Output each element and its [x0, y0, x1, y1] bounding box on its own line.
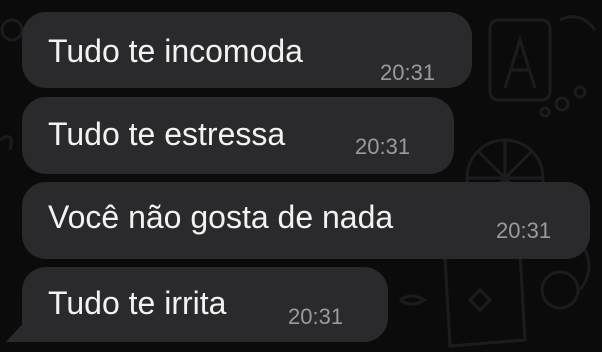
message-bubble[interactable]: Tudo te irrita 20:31 [22, 267, 388, 342]
message-timestamp: 20:31 [355, 134, 411, 159]
message-text: Tudo te incomoda [48, 33, 303, 69]
message-timestamp: 20:31 [380, 60, 436, 85]
chat-thread: Tudo te incomoda 20:31 Tudo te estressa … [0, 0, 602, 352]
message-bubble[interactable]: Tudo te estressa 20:31 [22, 97, 454, 174]
message-timestamp: 20:31 [288, 304, 344, 329]
message-text: Tudo te estressa [48, 116, 286, 152]
message-timestamp: 20:31 [496, 218, 552, 243]
message-bubble[interactable]: Tudo te incomoda 20:31 [22, 12, 472, 88]
message-bubble[interactable]: Você não gosta de nada 20:31 [22, 182, 590, 259]
message-text: Tudo te irrita [48, 285, 227, 321]
message-text: Você não gosta de nada [48, 199, 394, 235]
